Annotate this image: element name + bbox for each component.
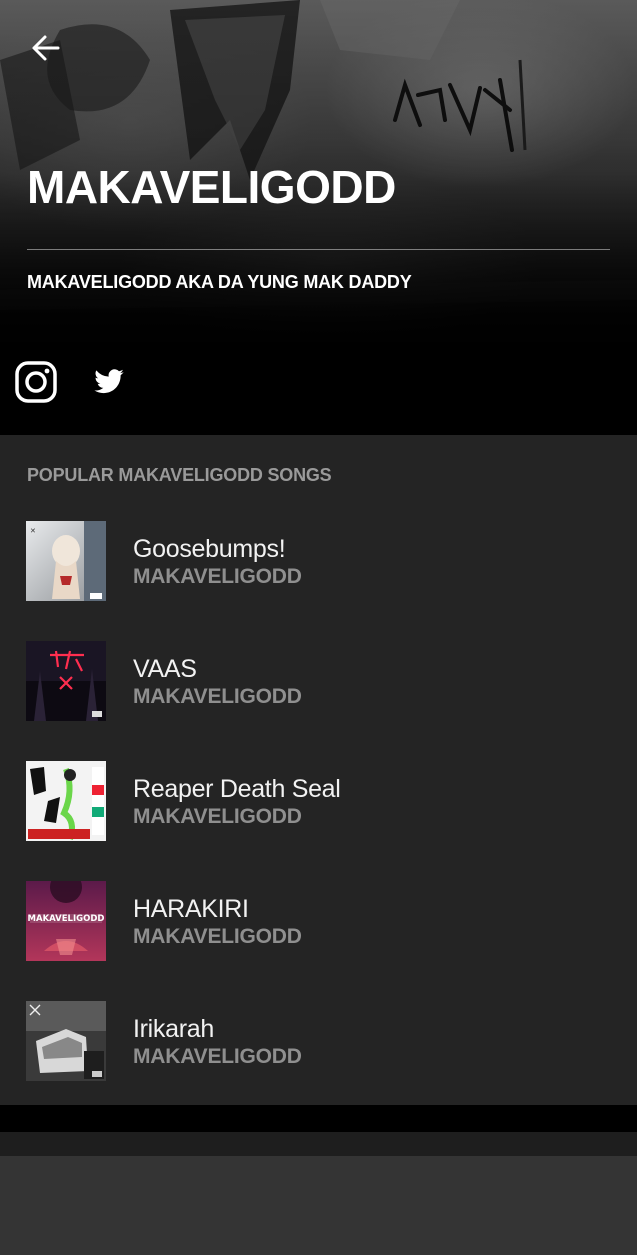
song-row-irikarah[interactable]: Irikarah MAKAVELIGODD <box>0 1001 637 1101</box>
song-row-vaas[interactable]: VAAS MAKAVELIGODD <box>0 641 637 741</box>
artist-header: MAKAVELIGODD MAKAVELIGODD AKA DA YUNG MA… <box>0 0 637 435</box>
twitter-icon <box>94 369 124 394</box>
song-title: Irikarah <box>133 1015 214 1043</box>
bottom-bar <box>0 1132 637 1156</box>
song-title: VAAS <box>133 655 197 683</box>
instagram-link[interactable] <box>14 360 58 404</box>
album-cover: ✕ <box>26 521 106 601</box>
song-row-reaper-death-seal[interactable]: Reaper Death Seal MAKAVELIGODD <box>0 761 637 861</box>
song-title: HARAKIRI <box>133 895 249 923</box>
song-row-goosebumps[interactable]: ✕ Goosebumps! MAKAVELIGODD <box>0 521 637 621</box>
bottom-area <box>0 1156 637 1255</box>
instagram-icon <box>15 361 57 403</box>
song-artist: MAKAVELIGODD <box>133 565 302 588</box>
song-title: Reaper Death Seal <box>133 775 341 803</box>
song-artist: MAKAVELIGODD <box>133 1045 302 1068</box>
song-title: Goosebumps! <box>133 535 286 563</box>
popular-songs-section: POPULAR MAKAVELIGODD SONGS ✕ Goosebumps!… <box>0 435 637 1105</box>
bottom-divider <box>0 1105 637 1132</box>
artist-name: MAKAVELIGODD <box>27 161 396 213</box>
song-artist: MAKAVELIGODD <box>133 685 302 708</box>
svg-text:✕: ✕ <box>30 527 36 535</box>
song-artist: MAKAVELIGODD <box>133 805 302 828</box>
arrow-left-icon <box>32 35 60 61</box>
header-divider <box>27 249 610 250</box>
section-heading: POPULAR MAKAVELIGODD SONGS <box>27 465 332 485</box>
svg-text:MAKAVELIGODD: MAKAVELIGODD <box>28 914 105 924</box>
album-cover <box>26 641 106 721</box>
song-row-harakiri[interactable]: MAKAVELIGODD HARAKIRI MAKAVELIGODD <box>0 881 637 981</box>
album-cover: MAKAVELIGODD <box>26 881 106 961</box>
album-cover <box>26 1001 106 1081</box>
album-cover <box>26 761 106 841</box>
twitter-link[interactable] <box>92 366 126 398</box>
artist-bio: MAKAVELIGODD AKA DA YUNG MAK DADDY <box>27 272 412 292</box>
song-artist: MAKAVELIGODD <box>133 925 302 948</box>
back-button[interactable] <box>22 26 70 70</box>
